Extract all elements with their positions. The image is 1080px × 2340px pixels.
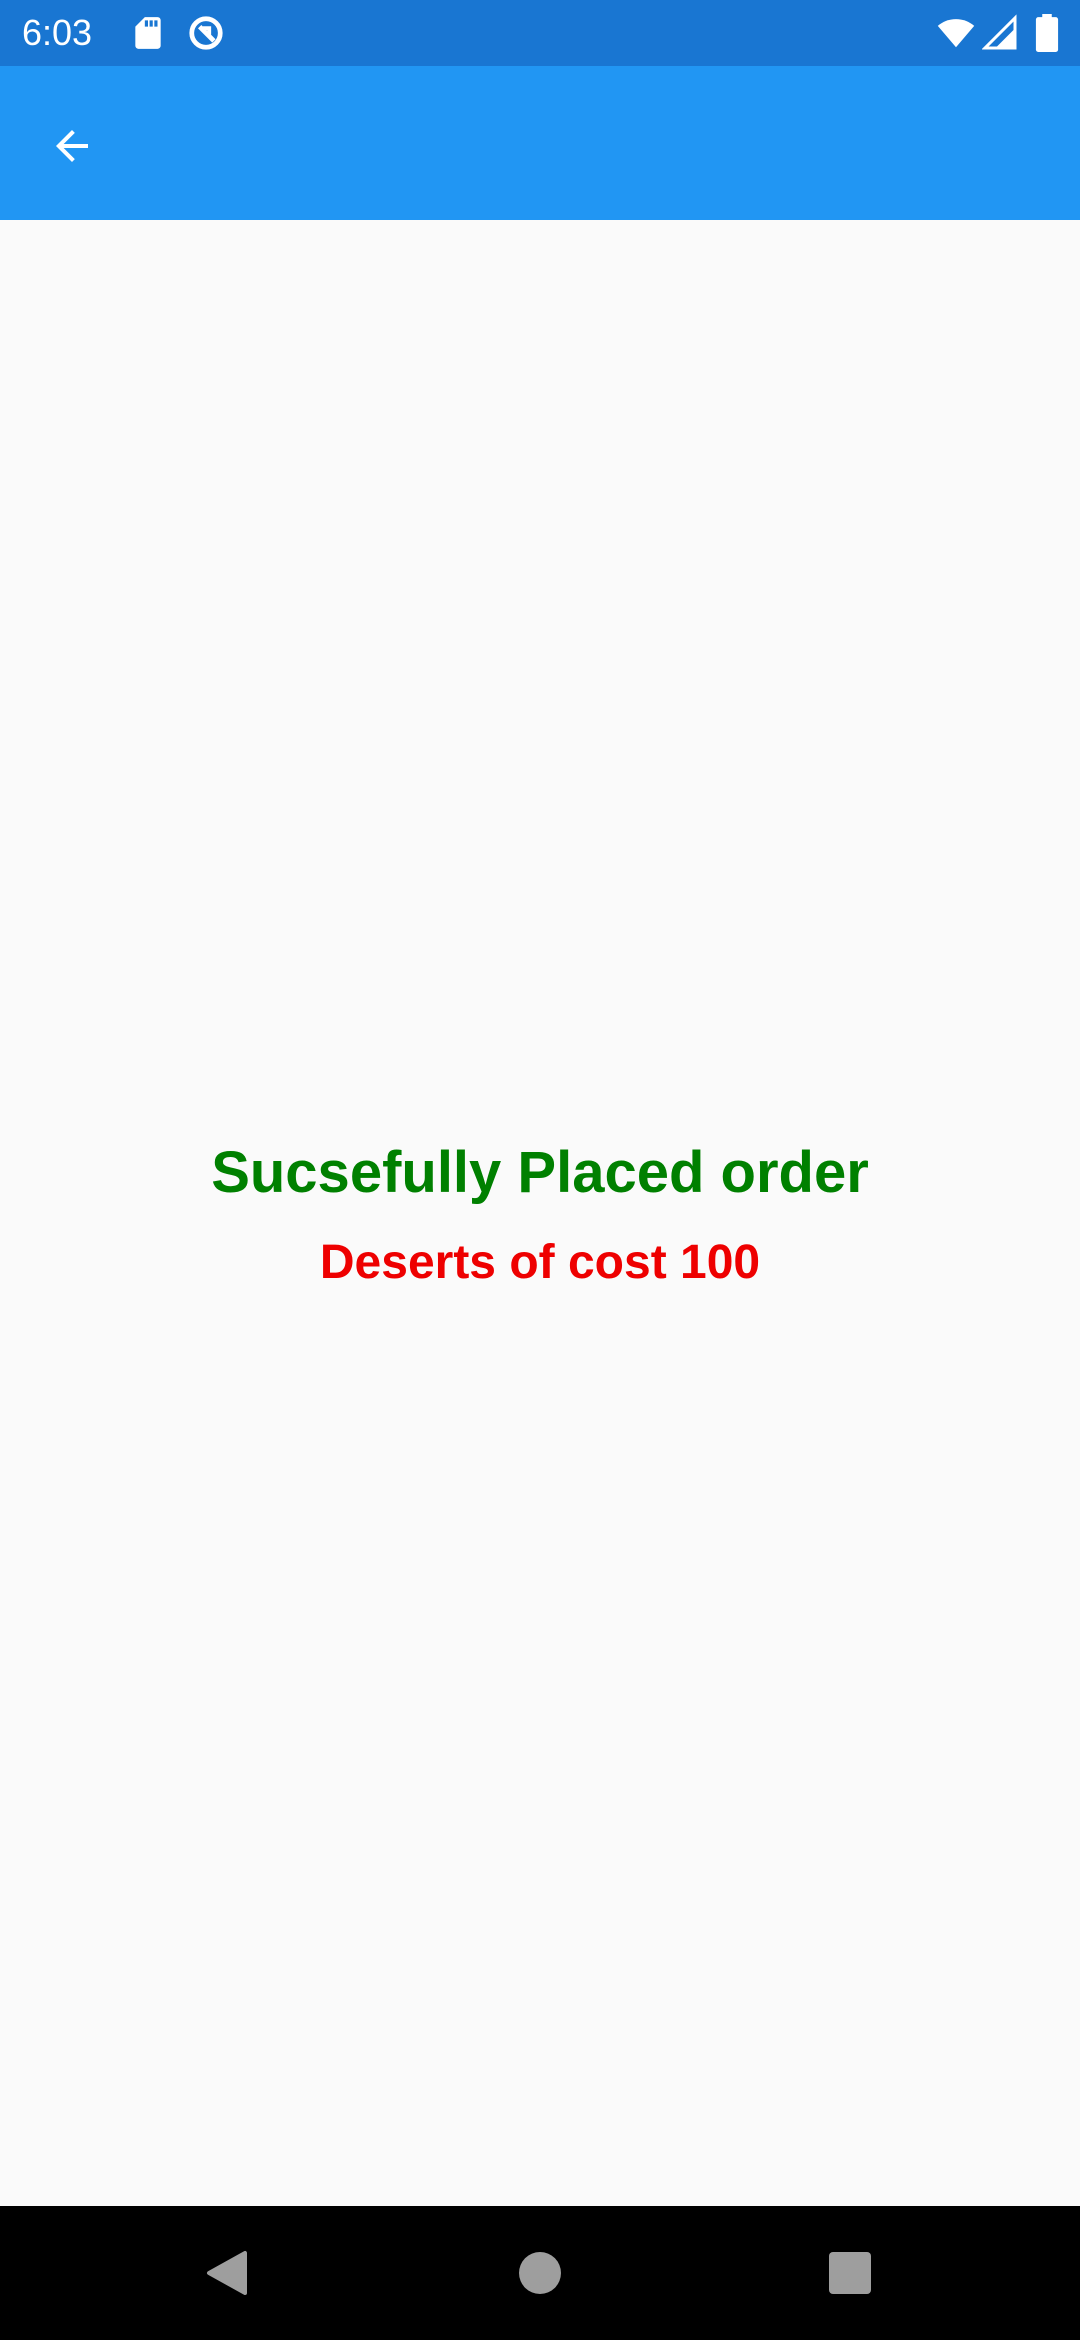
arrow-back-icon [48, 122, 96, 170]
order-detail-text: Deserts of cost 100 [319, 1236, 761, 1289]
content-area: Sucsefully Placed order Deserts of cost … [0, 220, 1080, 2206]
sync-icon [186, 14, 226, 52]
nav-back-button[interactable] [190, 2236, 264, 2310]
cell-signal-icon [982, 14, 1018, 52]
screen: 6:03 Sucsefully Placed order Deserts of … [0, 0, 1080, 2340]
order-success-message: Sucsefully Placed order [211, 1140, 869, 1205]
app-bar [0, 66, 1080, 220]
nav-recents-button[interactable] [813, 2236, 887, 2310]
back-button[interactable] [30, 104, 114, 188]
nav-recents-icon [828, 2251, 872, 2295]
nav-back-icon [205, 2250, 249, 2296]
nav-home-icon [518, 2251, 562, 2295]
status-bar: 6:03 [0, 0, 1080, 66]
wifi-icon [934, 14, 978, 52]
status-time: 6:03 [22, 12, 93, 53]
battery-icon [1034, 14, 1060, 52]
nav-home-button[interactable] [503, 2236, 577, 2310]
sd-card-icon [128, 14, 168, 52]
navigation-bar [0, 2206, 1080, 2340]
